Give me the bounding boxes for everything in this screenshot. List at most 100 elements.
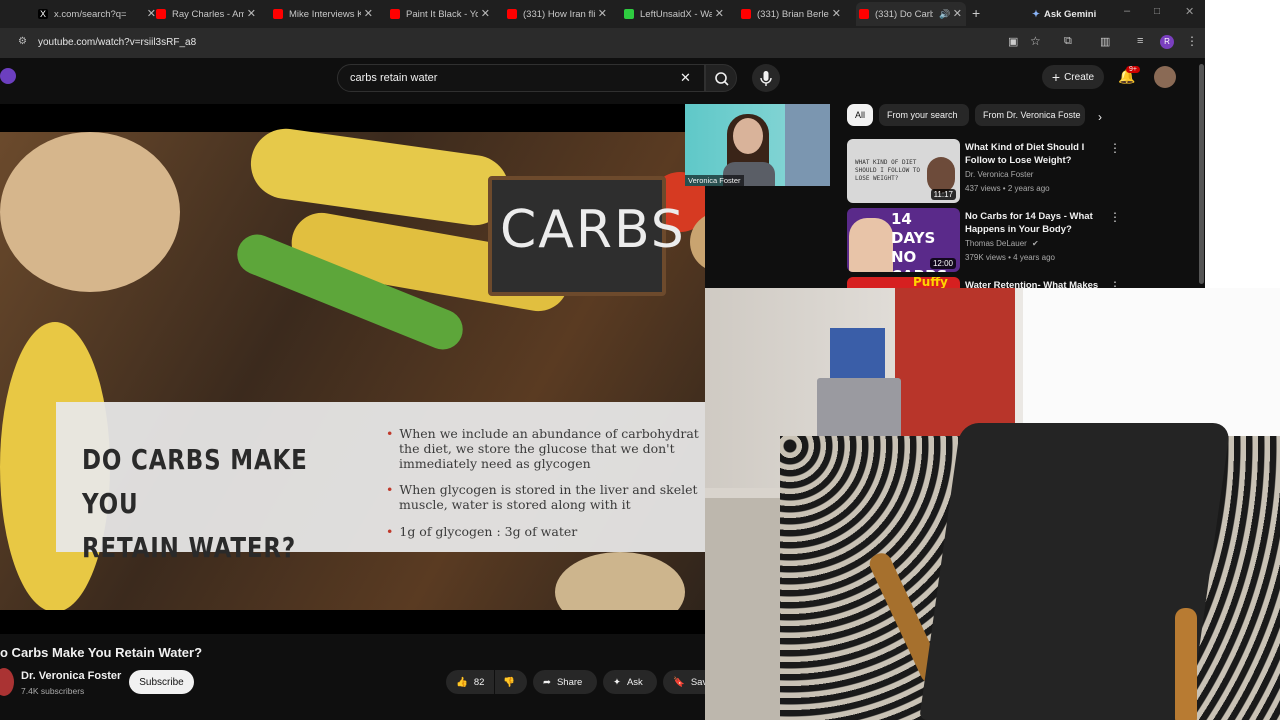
voice-search-button[interactable]	[752, 64, 780, 92]
youtube-favicon-icon	[741, 9, 751, 19]
thumbnail-text: Puffy	[913, 277, 948, 288]
chip-from-channel[interactable]: From Dr. Veronica Foste	[975, 104, 1085, 126]
recommendation-channel[interactable]: Thomas DeLauer	[965, 239, 1027, 248]
maximize-icon[interactable]: □	[1154, 6, 1160, 17]
blue-binders	[830, 328, 885, 378]
profile-avatar[interactable]: R	[1160, 35, 1174, 49]
recommendation-title[interactable]: What Kind of Diet Should I Follow to Los…	[965, 141, 1105, 167]
browser-menu-icon[interactable]: ⋮	[1186, 34, 1198, 48]
youtube-favicon-icon	[859, 9, 869, 19]
like-button[interactable]: 👍 82	[446, 670, 494, 694]
recommendation-item[interactable]: 14 DAYS NO CARBS 12:00 No Carbs for 14 D…	[847, 208, 1187, 274]
search-query-text: carbs retain water	[350, 72, 438, 84]
more-actions-icon[interactable]: ⋮	[1109, 279, 1121, 288]
slide-title-line-2: RETAIN WATER?	[82, 531, 297, 564]
tab-close-icon[interactable]: ✕	[953, 7, 962, 20]
recommendation-channel-row[interactable]: Thomas DeLauer ✔	[965, 239, 1039, 248]
slide-title-line-1: DO CARBS MAKE YOU	[82, 443, 308, 520]
bookmark-star-icon[interactable]: ☆	[1030, 34, 1041, 48]
tab-close-icon[interactable]: ✕	[147, 7, 156, 20]
tab-mike-interviews[interactable]: Mike Interviews Ka ✕	[273, 2, 373, 26]
cast-icon[interactable]: ▣	[1008, 35, 1018, 48]
tab-close-icon[interactable]: ✕	[598, 7, 607, 20]
address-bar[interactable]: youtube.com/watch?v=rsiil3sRF_a8	[38, 37, 196, 48]
slide-bullet-2: • When glycogen is stored in the liver an…	[386, 482, 705, 512]
tab-do-carbs-active[interactable]: (331) Do Carb 🔊 ✕	[856, 2, 966, 26]
site-info-icon[interactable]: ⚙	[18, 36, 27, 47]
chip-from-your-search[interactable]: From your search	[879, 104, 969, 126]
thumbs-down-icon: 👎	[503, 676, 515, 688]
minimize-icon[interactable]: –	[1124, 5, 1130, 17]
chair-armrest-right	[1175, 608, 1197, 720]
tab-close-icon[interactable]: ✕	[247, 7, 256, 20]
chevron-right-icon[interactable]: ›	[1098, 110, 1102, 124]
presenter-name-label: Veronica Foster	[685, 175, 744, 186]
guide-icon[interactable]	[0, 68, 16, 84]
reading-list-icon[interactable]: ≡	[1137, 35, 1143, 47]
recommendation-meta: 379K views • 4 years ago	[965, 253, 1055, 262]
bread-image	[0, 132, 180, 292]
ask-button[interactable]: ✦ Ask	[603, 670, 657, 694]
thumbnail-text: WHAT KIND OF DIET SHOULD I FOLLOW TO LOS…	[855, 159, 921, 182]
tab-label: (331) Do Carb	[875, 8, 933, 20]
share-button[interactable]: ➦ Share	[533, 670, 597, 694]
channel-name[interactable]: Dr. Veronica Foster	[21, 670, 121, 682]
tab-ray-charles[interactable]: Ray Charles - Ame ✕	[156, 2, 256, 26]
extensions-icon[interactable]: ⧉	[1064, 35, 1072, 48]
new-tab-icon[interactable]: +	[972, 5, 980, 21]
chip-all[interactable]: All	[847, 104, 874, 126]
create-button[interactable]: + Create	[1042, 65, 1104, 89]
recommendation-item[interactable]: WHAT KIND OF DIET SHOULD I FOLLOW TO LOS…	[847, 139, 1187, 205]
subscribe-button[interactable]: Subscribe	[129, 670, 194, 694]
tab-iran[interactable]: (331) How Iran flip ✕	[507, 2, 607, 26]
browser-tab-strip: X x.com/search?q=bd ✕ Ray Charles - Ame …	[0, 0, 1205, 28]
tab-label: Mike Interviews Ka	[289, 8, 361, 20]
tab-x-search[interactable]: X x.com/search?q=bd ✕	[38, 2, 156, 26]
dislike-button[interactable]: 👎	[495, 670, 527, 694]
speaker-icon[interactable]: 🔊	[939, 9, 950, 20]
ask-label: Ask	[626, 676, 643, 688]
recommendation-meta: 437 views • 2 years ago	[965, 184, 1050, 193]
slide-panel: DO CARBS MAKE YOU RETAIN WATER? • When we…	[56, 402, 705, 564]
clear-search-icon[interactable]: ✕	[680, 70, 691, 86]
tab-label: x.com/search?q=bd	[54, 8, 126, 20]
video-player[interactable]: CARBS DO CARBS MAKE YOU RETAIN WATER? • W…	[0, 104, 705, 634]
share-label: Share	[556, 676, 583, 688]
tab-close-icon[interactable]: ✕	[715, 7, 724, 20]
account-avatar[interactable]	[1154, 66, 1176, 88]
more-actions-icon[interactable]: ⋮	[1109, 210, 1121, 224]
carbs-chalkboard: CARBS	[488, 176, 684, 296]
recommendation-item[interactable]: Puffy Water Retention- What Makes ⋮	[847, 277, 1187, 288]
tab-close-icon[interactable]: ✕	[832, 7, 841, 20]
recommendation-channel[interactable]: Dr. Veronica Foster	[965, 170, 1033, 179]
recommendation-title[interactable]: Water Retention- What Makes	[965, 279, 1105, 288]
verified-check-icon: ✔	[1032, 239, 1039, 248]
webcam-overlay	[705, 288, 1280, 720]
presenter-webcam: Veronica Foster	[685, 104, 830, 186]
youtube-favicon-icon	[156, 9, 166, 19]
tab-brian-berletic[interactable]: (331) Brian Berletic ✕	[741, 2, 841, 26]
tab-leftunsaidx[interactable]: LeftUnsaidX - Wat ✕	[624, 2, 724, 26]
search-input[interactable]: carbs retain water ✕	[337, 64, 705, 92]
recommendation-thumbnail[interactable]: WHAT KIND OF DIET SHOULD I FOLLOW TO LOS…	[847, 139, 960, 203]
ask-gemini-button[interactable]: ✦ Ask Gemini	[1032, 5, 1096, 23]
recommendation-title[interactable]: No Carbs for 14 Days - What Happens in Y…	[965, 210, 1105, 236]
tab-close-icon[interactable]: ✕	[481, 7, 490, 20]
recommendation-thumbnail[interactable]: 14 DAYS NO CARBS 12:00	[847, 208, 960, 272]
channel-avatar[interactable]	[0, 668, 14, 696]
youtube-favicon-icon	[507, 9, 517, 19]
side-panel-icon[interactable]: ▥	[1100, 35, 1110, 48]
scrollbar-thumb[interactable]	[1199, 64, 1204, 284]
tab-close-icon[interactable]: ✕	[364, 7, 373, 20]
close-window-icon[interactable]: ✕	[1185, 5, 1194, 18]
duration-badge: 12:00	[929, 258, 956, 269]
like-count: 82	[473, 676, 485, 688]
more-actions-icon[interactable]: ⋮	[1109, 141, 1121, 155]
desktop-background	[1205, 0, 1280, 288]
recommendation-thumbnail[interactable]: Puffy	[847, 277, 960, 288]
chalkboard-text: CARBS	[500, 200, 686, 260]
tab-paint-it-black[interactable]: Paint It Black - You ✕	[390, 2, 490, 26]
search-button[interactable]	[705, 64, 737, 92]
save-button[interactable]: 🔖 Sav	[663, 670, 707, 694]
thumbs-up-icon: 👍	[456, 676, 468, 688]
